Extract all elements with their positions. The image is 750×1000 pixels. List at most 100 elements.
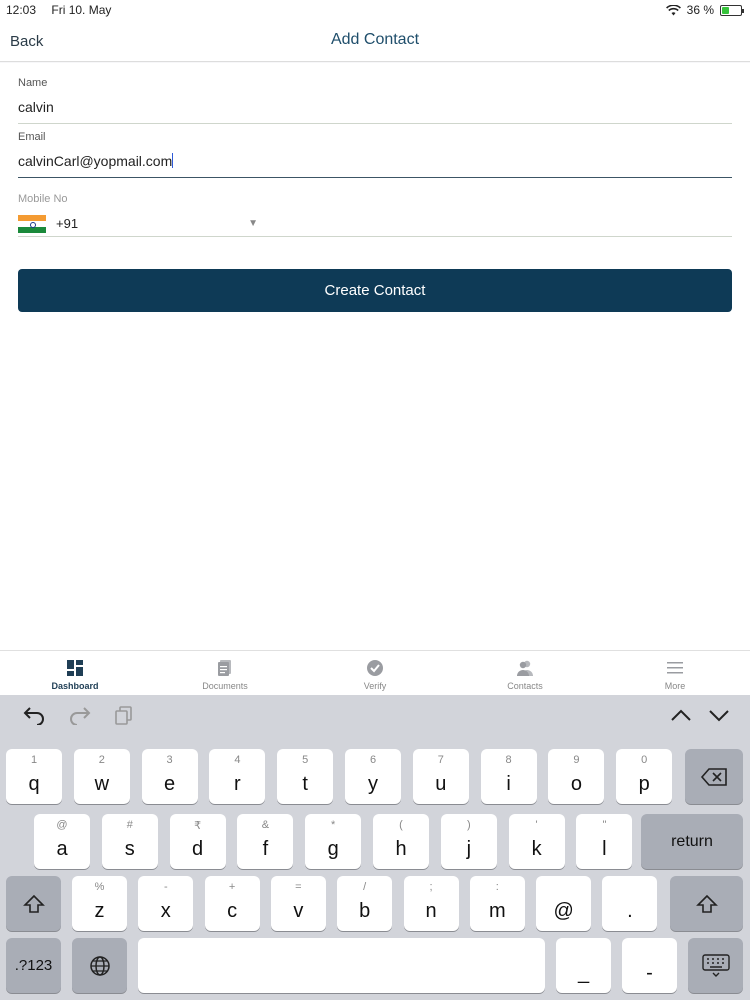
key-hint: @	[56, 819, 68, 831]
key-i[interactable]: 8i	[480, 749, 537, 804]
key-m[interactable]: :m	[469, 876, 525, 931]
key-at[interactable]: @	[536, 876, 592, 931]
underscore-key[interactable]: _	[556, 938, 611, 993]
key-label: d	[192, 838, 204, 860]
mobile-input[interactable]: +91 ▼	[18, 211, 732, 237]
key-hint: #	[126, 819, 133, 831]
key-label: c	[227, 900, 238, 922]
menu-icon	[667, 662, 683, 674]
shift-key-left[interactable]	[6, 876, 61, 931]
key-label: b	[359, 900, 371, 922]
key-k[interactable]: ' k	[508, 814, 565, 869]
key-hint: 6	[369, 754, 377, 766]
tab-contacts[interactable]: Contacts	[450, 651, 600, 695]
country-code[interactable]: +91	[56, 216, 78, 231]
status-bar: 12:03 Fri 10. May 36 %	[0, 0, 750, 22]
chevron-down-icon[interactable]: ▼	[248, 218, 258, 229]
delete-key[interactable]	[685, 749, 743, 804]
chevron-down-icon[interactable]	[708, 705, 730, 725]
key-e[interactable]: 3e	[141, 749, 198, 804]
undo-icon[interactable]	[22, 705, 46, 725]
dash-key[interactable]: -	[622, 938, 677, 993]
tab-label-contacts: Contacts	[507, 681, 543, 691]
key-p[interactable]: 0p	[616, 749, 673, 804]
india-flag-icon[interactable]	[18, 214, 46, 233]
create-contact-button[interactable]: Create Contact	[18, 269, 732, 312]
mobile-label: Mobile No	[18, 193, 68, 205]
space-key[interactable]	[138, 938, 545, 993]
tab-verify[interactable]: Verify	[300, 651, 450, 695]
dashboard-icon	[67, 660, 83, 676]
key-hint: 9	[573, 754, 580, 766]
key-hint: 2	[98, 754, 105, 766]
key-x[interactable]: -x	[138, 876, 194, 931]
key-hint: 7	[437, 754, 444, 766]
return-key[interactable]: return	[641, 814, 743, 869]
key-r[interactable]: 4r	[209, 749, 266, 804]
globe-icon	[89, 955, 110, 976]
hide-keyboard-key[interactable]	[688, 938, 743, 993]
key-w[interactable]: 2w	[73, 749, 130, 804]
tab-dashboard[interactable]: Dashboard	[0, 651, 150, 695]
key-hint: ;	[429, 881, 433, 893]
key-o[interactable]: 9o	[548, 749, 605, 804]
add-contact-form: Name calvin Email calvinCarl@yopmail.com…	[0, 63, 750, 650]
paste-icon[interactable]	[114, 705, 134, 725]
key-hint: ₹	[194, 820, 202, 832]
key-y[interactable]: 6y	[345, 749, 401, 804]
name-field[interactable]: Name calvin	[18, 77, 732, 124]
key-s[interactable]: # s	[101, 814, 158, 869]
key-t[interactable]: 5t	[277, 749, 334, 804]
keyboard: 1 q 2 w 3 e 4 r 5 t 6 y 7 u 8 i 9 o 0 p @ a # s ₹ d & f * g(h) j ' k " l% z…	[0, 695, 750, 1000]
globe-key[interactable]	[72, 938, 127, 993]
key-z[interactable]: % z	[72, 876, 127, 931]
key-label: k	[531, 838, 542, 860]
key-h[interactable]: (h	[373, 814, 429, 869]
key-q[interactable]: 1q	[6, 749, 62, 804]
key-hint: '	[535, 819, 538, 831]
chevron-up-icon[interactable]	[670, 705, 692, 725]
documents-icon	[218, 660, 231, 676]
name-input[interactable]: calvin	[18, 99, 732, 123]
key-label: m	[488, 900, 506, 922]
key-d[interactable]: ₹ d	[169, 814, 226, 869]
contacts-icon	[517, 660, 533, 676]
key-a[interactable]: @ a	[34, 814, 90, 869]
key-l[interactable]: " l	[576, 814, 633, 869]
numbers-key[interactable]: .?123	[6, 938, 61, 993]
key-label: h	[395, 838, 407, 860]
key-u[interactable]: 7u	[412, 749, 469, 804]
key-label: z	[94, 900, 105, 922]
key-n[interactable]: ; n	[403, 876, 459, 931]
key-label: o	[570, 773, 582, 795]
key-c[interactable]: + c	[204, 876, 260, 931]
key-label: a	[56, 838, 68, 860]
key-hint: 3	[166, 754, 173, 766]
key-hint: (	[399, 819, 403, 831]
key-hint: )	[466, 819, 471, 831]
key-label: g	[327, 838, 339, 860]
backspace-icon	[700, 767, 727, 786]
key-label: y	[368, 773, 378, 795]
key-b[interactable]: / b	[337, 876, 393, 931]
tab-documents[interactable]: Documents	[150, 651, 300, 695]
tab-label-verify: Verify	[363, 681, 387, 691]
key-label: t	[302, 773, 308, 795]
email-input[interactable]: calvinCarl@yopmail.com	[18, 153, 732, 177]
key-hint: 1	[30, 754, 38, 766]
key-v[interactable]: = v	[270, 876, 326, 931]
key-label: .	[627, 900, 633, 922]
key-f[interactable]: & f	[237, 814, 294, 869]
key-label: x	[160, 900, 171, 922]
redo-icon[interactable]	[68, 705, 92, 725]
shift-key-right[interactable]	[670, 876, 743, 931]
key-j[interactable]: ) j	[440, 814, 497, 869]
tab-label-documents: Documents	[202, 681, 248, 691]
key-period[interactable]: .	[602, 876, 658, 931]
key-hint: "	[602, 819, 607, 831]
key-hint: 0	[641, 754, 648, 766]
tab-more[interactable]: More	[600, 651, 750, 695]
shift-icon	[695, 894, 718, 913]
key-g[interactable]: * g	[305, 814, 362, 869]
email-field[interactable]: Email calvinCarl@yopmail.com	[18, 131, 732, 178]
